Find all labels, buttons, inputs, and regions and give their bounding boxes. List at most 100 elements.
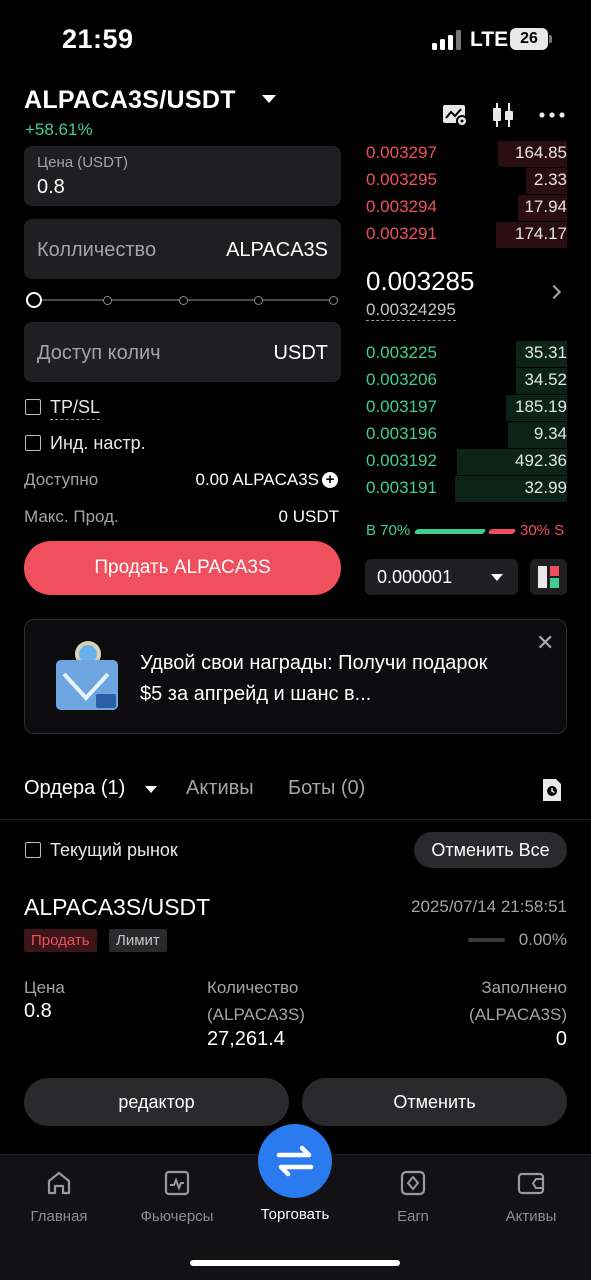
buy-ratio-bar bbox=[413, 529, 487, 534]
swap-icon bbox=[276, 1145, 314, 1177]
battery-icon: 26 bbox=[510, 28, 548, 50]
fill-progress-bar bbox=[468, 938, 505, 942]
battery-nub bbox=[549, 35, 552, 43]
pair-selector[interactable]: ALPACA3S/USDT bbox=[24, 86, 236, 115]
available-label: Доступно bbox=[24, 470, 99, 489]
available-value: 0.00 ALPACA3S bbox=[195, 470, 320, 489]
order-price-value: 0.8 bbox=[24, 1000, 52, 1022]
order-pair[interactable]: ALPACA3S/USDT bbox=[24, 894, 210, 921]
gift-box-icon bbox=[56, 641, 118, 710]
slider-step-50[interactable] bbox=[179, 296, 188, 305]
more-icon[interactable] bbox=[537, 100, 567, 130]
orderbook-qty: 174.17 bbox=[515, 224, 567, 243]
status-time: 21:59 bbox=[62, 24, 134, 54]
tab-assets[interactable]: Активы bbox=[186, 777, 254, 800]
chevron-down-icon[interactable] bbox=[262, 95, 276, 103]
plus-icon[interactable]: + bbox=[322, 472, 338, 488]
slider-step-100[interactable] bbox=[329, 296, 338, 305]
slider-step-25[interactable] bbox=[103, 296, 112, 305]
mark-price[interactable]: 0.00324295 bbox=[366, 300, 456, 321]
orderbook-qty: 2.33 bbox=[533, 170, 567, 189]
orderbook-row[interactable]: 0.003196 9.34 bbox=[364, 422, 567, 448]
current-market-checkbox[interactable] bbox=[25, 842, 41, 858]
orderbook-price: 0.003206 bbox=[366, 370, 437, 389]
orderbook-row[interactable]: 0.003291 174.17 bbox=[364, 222, 567, 248]
nav-earn[interactable]: Earn bbox=[363, 1168, 463, 1225]
price-change: +58.61% bbox=[25, 120, 93, 139]
chevron-right-icon[interactable] bbox=[546, 284, 562, 300]
orderbook-row[interactable]: 0.003294 17.94 bbox=[364, 195, 567, 221]
custom-settings-checkbox[interactable] bbox=[25, 435, 41, 451]
chart-settings-icon[interactable] bbox=[440, 100, 470, 130]
quantity-unit: ALPACA3S bbox=[226, 239, 328, 261]
orderbook-row[interactable]: 0.003225 35.31 bbox=[364, 341, 567, 367]
close-icon[interactable]: ✕ bbox=[536, 630, 554, 656]
tabs-divider bbox=[0, 819, 591, 820]
orderbook-row[interactable]: 0.003197 185.19 bbox=[364, 395, 567, 421]
tab-orders[interactable]: Ордера (1) bbox=[24, 777, 125, 800]
precision-value[interactable]: 0.000001 bbox=[377, 567, 452, 588]
nav-futures[interactable]: Фьючерсы bbox=[127, 1168, 227, 1225]
order-time: 2025/07/14 21:58:51 bbox=[411, 897, 567, 916]
order-qty-unit: (ALPACA3S) bbox=[207, 1005, 305, 1024]
nav-assets[interactable]: Активы bbox=[481, 1168, 581, 1225]
custom-settings-label[interactable]: Инд. настр. bbox=[50, 433, 146, 454]
cancel-all-button[interactable]: Отменить Все bbox=[414, 832, 567, 868]
order-filled-value: 0 bbox=[555, 1028, 567, 1050]
tpsl-label[interactable]: TP/SL bbox=[50, 397, 101, 420]
max-sell-value: 0 USDT bbox=[278, 507, 339, 526]
type-badge: Лимит bbox=[109, 929, 167, 952]
orderbook-row[interactable]: 0.003297 164.85 bbox=[364, 141, 567, 167]
orderbook-row[interactable]: 0.003192 492.36 bbox=[364, 449, 567, 475]
order-filled-unit: (ALPACA3S) bbox=[469, 1005, 567, 1024]
orderbook-qty: 185.19 bbox=[515, 397, 567, 416]
last-price: 0.003285 bbox=[366, 266, 475, 296]
orderbook-price: 0.003191 bbox=[366, 478, 437, 497]
max-sell-label: Макс. Прод. bbox=[24, 507, 119, 526]
price-input-value[interactable]: 0.8 bbox=[37, 176, 65, 199]
price-input-label: Цена (USDT) bbox=[37, 154, 129, 171]
home-icon bbox=[47, 1171, 71, 1195]
orderbook-row[interactable]: 0.003206 34.52 bbox=[364, 368, 567, 394]
nav-futures-label: Фьючерсы bbox=[140, 1208, 214, 1225]
nav-home[interactable]: Главная bbox=[9, 1168, 109, 1225]
nav-trade[interactable]: Торговать bbox=[245, 1196, 345, 1223]
orderbook-qty: 164.85 bbox=[515, 143, 567, 162]
tpsl-checkbox[interactable] bbox=[25, 399, 41, 415]
sell-ratio-bar bbox=[487, 529, 517, 534]
order-filled-label: Заполнено bbox=[481, 978, 567, 997]
slider-step-75[interactable] bbox=[254, 296, 263, 305]
book-layout-button[interactable] bbox=[530, 559, 567, 595]
chevron-down-icon[interactable] bbox=[491, 574, 503, 581]
sell-button[interactable]: Продать ALPACA3S bbox=[24, 541, 341, 595]
edit-order-button[interactable]: редактор bbox=[24, 1078, 289, 1126]
orderbook-price: 0.003295 bbox=[366, 170, 437, 189]
home-indicator bbox=[190, 1260, 400, 1266]
buy-ratio: B 70% bbox=[366, 522, 411, 539]
tab-bots[interactable]: Боты (0) bbox=[288, 777, 365, 800]
orderbook-price: 0.003225 bbox=[366, 343, 437, 362]
order-qty-value: 27,261.4 bbox=[207, 1028, 285, 1050]
orderbook-price: 0.003192 bbox=[366, 451, 437, 470]
side-badge: Продать bbox=[24, 929, 97, 952]
orderbook-row[interactable]: 0.003191 32.99 bbox=[364, 476, 567, 502]
candlestick-icon[interactable] bbox=[488, 100, 518, 130]
sell-ratio: 30% S bbox=[520, 522, 565, 539]
orderbook-qty: 492.36 bbox=[515, 451, 567, 470]
wallet-icon bbox=[517, 1172, 545, 1195]
slider-handle[interactable] bbox=[26, 292, 42, 308]
cancel-order-button[interactable]: Отменить bbox=[302, 1078, 567, 1126]
chevron-down-icon[interactable] bbox=[145, 786, 157, 793]
order-price-label: Цена bbox=[24, 978, 65, 997]
orderbook-row[interactable]: 0.003295 2.33 bbox=[364, 168, 567, 194]
trade-fab[interactable] bbox=[258, 1124, 332, 1198]
current-market-label[interactable]: Текущий рынок bbox=[50, 840, 178, 861]
orderbook-qty: 34.52 bbox=[524, 370, 567, 389]
network-type: LTE bbox=[470, 28, 509, 51]
order-history-icon[interactable] bbox=[540, 777, 564, 803]
signal-icon bbox=[432, 30, 464, 50]
nav-assets-label: Активы bbox=[505, 1208, 557, 1225]
quantity-placeholder: Колличество bbox=[37, 239, 157, 261]
nav-home-label: Главная bbox=[30, 1208, 88, 1225]
promo-text[interactable]: Удвой свои награды: Получи подарок $5 за… bbox=[140, 648, 515, 710]
